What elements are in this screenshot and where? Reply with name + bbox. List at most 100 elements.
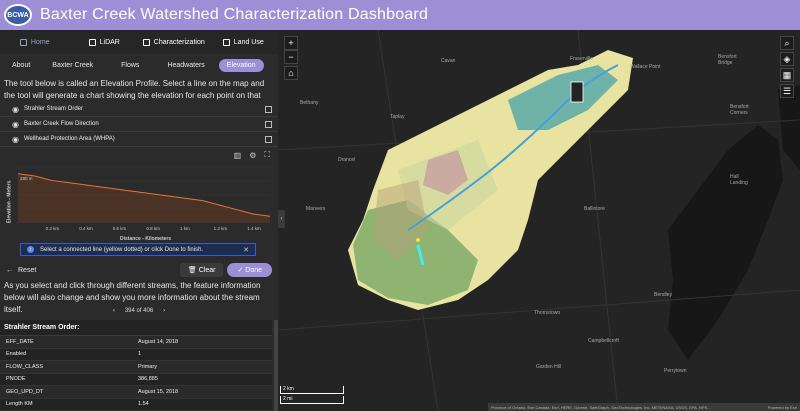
expand-icon[interactable]: ⛶ (264, 150, 270, 160)
chart-y-label: Elevation - Meters (6, 180, 13, 224)
table-row: PNODE 386,885 (0, 374, 272, 386)
elevation-chart: 280 m Elevation - Meters 0.2 km 0.4 km 0.6… (0, 163, 278, 242)
document-icon (142, 38, 150, 46)
nav-characterization[interactable]: Characterization (139, 38, 209, 46)
nav-land-use[interactable]: Land Use (209, 38, 279, 46)
expand-icon[interactable] (265, 105, 272, 113)
search-icon[interactable]: ⌕ (780, 36, 794, 50)
tab-baxter-creek[interactable]: Baxter Creek (44, 59, 101, 72)
settings-icon[interactable]: ⚙ (249, 151, 256, 160)
layer-row[interactable]: ◉ Wellhead Protection Area (WHPA) (0, 132, 278, 147)
nav-label: Characterization (153, 38, 205, 46)
zoom-out-button[interactable]: − (284, 50, 298, 64)
attribute-key: Enabled (6, 351, 27, 358)
feature-pager: ‹ 394 of 406 › (0, 304, 278, 318)
lidar-icon (88, 38, 96, 46)
attribute-key: EFF_DATE (6, 338, 34, 345)
main-nav: Home LiDAR Characterization Land Use (0, 30, 278, 54)
map-canvas[interactable] (278, 30, 800, 411)
profile-actions: ← Reset 🗑 Clear ✓ Done (0, 262, 278, 278)
clear-label: Clear (198, 267, 216, 274)
place-label: Perrytown (664, 368, 687, 374)
tab-elevation[interactable]: Elevation (218, 58, 264, 72)
layer-label: Wellhead Protection Area (WHPA) (23, 136, 115, 142)
attribute-value: August 15, 2018 (138, 388, 179, 395)
tab-headwaters[interactable]: Headwaters (159, 59, 212, 72)
scale-bar-mi: 2 mi (280, 396, 344, 404)
expand-icon[interactable] (265, 135, 272, 143)
zoom-in-button[interactable]: + (284, 36, 298, 50)
layers-icon[interactable]: ◈ (780, 52, 794, 66)
trash-icon: 🗑 (187, 267, 199, 274)
nav-lidar[interactable]: LiDAR (70, 38, 140, 46)
chart-icon[interactable]: ▥ (234, 151, 242, 160)
attribute-value: 386,885 (138, 376, 158, 383)
scale-bar-km: 2 km (280, 386, 344, 394)
place-label: Fraserville (570, 56, 594, 62)
attribute-key: Length KM (6, 401, 33, 408)
app-header: BCWA Baxter Creek Watershed Characteriza… (0, 0, 800, 30)
sub-tabs: About Baxter Creek Flows Headwaters Elev… (0, 54, 278, 76)
reset-button[interactable]: ← Reset (6, 267, 36, 274)
home-icon (19, 38, 27, 46)
attribute-value: 1 (138, 351, 142, 358)
layer-row[interactable]: ◉ Baxter Creek Flow Direction (0, 117, 278, 132)
logo: BCWA (4, 4, 32, 26)
done-button[interactable]: ✓ Done (227, 263, 272, 277)
next-icon[interactable]: › (163, 308, 165, 314)
place-label: Bendley (654, 292, 673, 298)
chart-x-ticks: 0.2 km 0.4 km 0.6 km 0.8 km 1 km 1.2 km 1.4 km (0, 226, 278, 234)
app-title: Baxter Creek Watershed Characterization … (40, 6, 429, 23)
table-row: GEO_UPD_DT August 15, 2018 (0, 386, 272, 399)
attribution-text: Province of Ontario, Esri Canada, Esri, … (491, 404, 711, 410)
prev-icon[interactable]: ‹ (113, 308, 115, 314)
eye-icon[interactable]: ◉ (12, 120, 19, 129)
pager-text: 394 of 406 (124, 308, 154, 314)
table-row: FLOW_CLASS Primary (0, 361, 272, 374)
layer-label: Strahler Stream Order (23, 106, 84, 112)
place-label: Manvers (306, 206, 326, 212)
chart-tools: ▥ ⚙ ⛶ (0, 147, 278, 163)
attribute-value: 1.54 (138, 401, 149, 408)
collapse-panel-button[interactable]: ‹ (278, 210, 285, 228)
place-label: Garden Hill (536, 364, 562, 370)
attribute-key: GEO_UPD_DT (6, 388, 44, 395)
chart-canvas: 280 m (17, 166, 271, 223)
table-row: Enabled 1 (0, 349, 272, 361)
place-label: Campbellcroft (588, 338, 619, 344)
home-button[interactable]: ⌂ (284, 66, 298, 80)
tab-flows[interactable]: Flows (113, 59, 147, 72)
eye-icon[interactable]: ◉ (12, 105, 19, 114)
reset-label: Reset (18, 266, 37, 274)
attribute-key: PNODE (6, 376, 26, 383)
map-view[interactable]: + − ⌂ ⌕ ◈ ▦ ☰ Cavan Fraserville Wallace … (278, 30, 800, 411)
chart-x-tick: 1.2 km (213, 226, 228, 231)
place-label: Cavan (441, 58, 456, 64)
place-label: Bethany (300, 100, 319, 106)
info-icon: i (27, 246, 34, 253)
expand-icon[interactable] (265, 120, 272, 128)
layer-row[interactable]: ◉ Strahler Stream Order (0, 102, 278, 117)
attribute-key: FLOW_CLASS (6, 363, 43, 370)
legend-icon[interactable]: ☰ (780, 84, 794, 98)
place-label: Bensfort Corners (730, 104, 749, 116)
clear-button[interactable]: 🗑 Clear (179, 263, 224, 277)
basemap-icon[interactable]: ▦ (780, 68, 794, 82)
layer-label: Baxter Creek Flow Direction (23, 121, 99, 127)
nav-home[interactable]: Home (0, 38, 70, 46)
left-panel: Home LiDAR Characterization Land Use Abo… (0, 30, 278, 411)
close-icon[interactable]: ✕ (243, 246, 249, 254)
place-label: Bensfort Bridge (718, 54, 737, 66)
place-label: Ballintore (584, 206, 605, 212)
powered-by: Powered by Esri (767, 404, 797, 410)
tab-about[interactable]: About (4, 59, 38, 72)
arrow-left-icon: ← (6, 266, 13, 274)
attribute-value: Primary (138, 363, 157, 370)
eye-icon[interactable]: ◉ (12, 135, 19, 144)
place-label: Wallace Point (630, 64, 661, 70)
map-attribution: Province of Ontario, Esri Canada, Esri, … (488, 403, 800, 411)
chart-x-tick: 0.4 km (79, 226, 93, 231)
toast-text: Select a connected line (yellow dotted) … (40, 246, 204, 253)
document-icon (222, 38, 230, 46)
done-label: Done (245, 267, 262, 274)
